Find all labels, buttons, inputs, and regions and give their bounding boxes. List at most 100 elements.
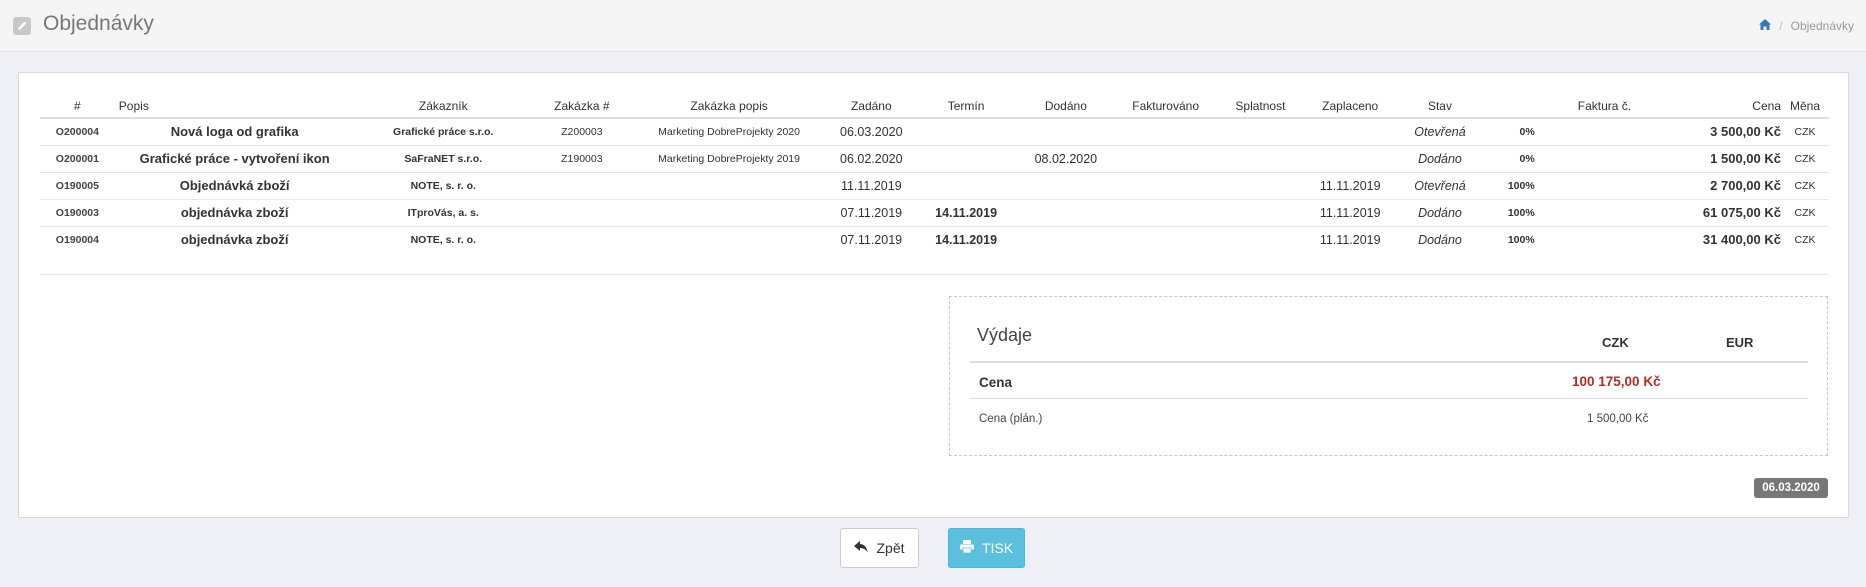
col-header-description[interactable]: Popis	[114, 95, 355, 119]
col-header-price[interactable]: Cena	[1674, 95, 1781, 119]
order-invoice-number	[1535, 226, 1674, 253]
order-paid: 11.11.2019	[1305, 172, 1396, 200]
order-customer: NOTE, s. r. o.	[354, 172, 532, 200]
order-invoiced	[1115, 172, 1216, 200]
order-percent: 100%	[1484, 172, 1535, 200]
table-row[interactable]: O190005 Objednávká zboží NOTE, s. r. o. …	[40, 172, 1829, 200]
expenses-price-value: 100 175,00 Kč	[1572, 374, 1661, 389]
date-badge: 06.03.2020	[1754, 478, 1828, 498]
order-status: Dodáno	[1395, 145, 1485, 173]
order-project-description	[632, 226, 827, 253]
order-description[interactable]: objednávka zboží	[114, 199, 355, 227]
order-status: Dodáno	[1395, 199, 1485, 227]
order-price: 3 500,00 Kč	[1674, 118, 1781, 146]
expenses-title: Výdaje	[977, 325, 1033, 345]
order-currency: CZK	[1780, 199, 1829, 227]
order-number[interactable]: O190004	[40, 226, 115, 253]
order-project-number: Z190003	[532, 145, 632, 173]
print-button-label: TISK	[981, 540, 1014, 556]
order-invoice-number	[1534, 199, 1675, 227]
order-customer: ITproVás, a. s.	[354, 199, 532, 227]
home-icon[interactable]	[1759, 19, 1772, 33]
breadcrumb-separator: /	[1779, 19, 1783, 33]
order-description[interactable]: Nová loga od grafika	[114, 118, 355, 146]
order-project-description	[631, 199, 827, 227]
back-button-label: Zpět	[876, 540, 905, 556]
order-project-description: Marketing DobreProjekty 2020	[631, 118, 827, 146]
order-percent: 0%	[1484, 118, 1535, 146]
page-header: Objednávky / Objednávky	[0, 0, 1866, 52]
order-status: Dodáno	[1418, 232, 1462, 247]
order-percent: 0%	[1484, 145, 1535, 173]
col-header-number[interactable]: #	[40, 95, 115, 119]
col-header-status[interactable]: Stav	[1395, 95, 1485, 119]
col-header-project-description[interactable]: Zakázka popis	[631, 95, 827, 119]
order-number[interactable]: O190003	[40, 199, 115, 227]
order-entered: 07.11.2019	[826, 199, 917, 227]
back-button[interactable]: Zpět	[840, 528, 919, 568]
breadcrumb: / Objednávky	[1759, 19, 1854, 33]
order-due	[1215, 145, 1306, 173]
breadcrumb-current: Objednávky	[1790, 19, 1854, 33]
order-description[interactable]: Objednávká zboží	[114, 172, 355, 200]
order-delivered	[1015, 199, 1116, 227]
order-price: 31 400,00 Kč	[1702, 232, 1781, 248]
order-project-number	[532, 172, 632, 200]
order-status: Otevřená	[1395, 118, 1485, 146]
table-header-row: # Popis Zákazník Zakázka # Zakázka popis…	[40, 95, 1829, 119]
order-number[interactable]: O190005	[40, 172, 115, 200]
page-title: Objednávky	[43, 12, 154, 35]
order-number[interactable]: O200001	[40, 145, 115, 173]
order-project-number	[532, 226, 632, 253]
col-header-customer[interactable]: Zákazník	[354, 95, 532, 119]
expenses-divider	[970, 361, 1808, 363]
order-term: 14.11.2019	[916, 199, 1016, 227]
orders-table: # Popis Zákazník Zakázka # Zakázka popis…	[40, 95, 1829, 253]
order-delivered: 08.02.2020	[1015, 145, 1116, 173]
expenses-col-czk: CZK	[1602, 335, 1629, 350]
col-header-project-number[interactable]: Zakázka #	[532, 95, 632, 119]
order-entered: 06.03.2020	[826, 118, 917, 146]
order-due	[1215, 118, 1306, 146]
order-term	[916, 172, 1016, 200]
order-description[interactable]: Grafické práce - vytvoření ikon	[114, 145, 355, 173]
table-row[interactable]: O190003 objednávka zboží ITproVás, a. s.…	[40, 199, 1829, 227]
order-number[interactable]: O200004	[40, 118, 115, 146]
col-header-delivered[interactable]: Dodáno	[1015, 95, 1116, 119]
order-paid: 11.11.2019	[1305, 199, 1396, 227]
col-header-due[interactable]: Splatnost	[1215, 95, 1306, 119]
table-row[interactable]: O200004 Nová loga od grafika Grafické pr…	[40, 118, 1829, 146]
printer-icon	[959, 540, 974, 556]
order-paid: 11.11.2019	[1319, 232, 1381, 247]
expenses-divider	[970, 398, 1808, 399]
order-price: 61 075,00 Kč	[1674, 199, 1781, 227]
expenses-price-label: Cena	[979, 375, 1013, 390]
order-paid	[1305, 145, 1396, 173]
col-header-currency[interactable]: Měna	[1780, 95, 1829, 119]
col-header-percent	[1484, 95, 1535, 119]
col-header-entered[interactable]: Zadáno	[826, 95, 917, 119]
order-project-number	[532, 199, 632, 227]
table-row[interactable]: O190004 objednávka zboží NOTE, s. r. o. …	[40, 226, 1829, 253]
col-header-invoiced[interactable]: Fakturováno	[1115, 95, 1216, 119]
table-row[interactable]: O200001 Grafické práce - vytvoření ikon …	[40, 145, 1829, 173]
order-term: 14.11.2019	[935, 232, 998, 247]
order-price: 2 700,00 Kč	[1674, 172, 1781, 200]
table-divider	[40, 274, 1829, 275]
print-button[interactable]: TISK	[948, 528, 1025, 568]
order-due	[1216, 226, 1306, 253]
order-delivered	[1015, 172, 1116, 200]
order-due	[1215, 199, 1306, 227]
col-header-invoice-number[interactable]: Faktura č.	[1534, 95, 1675, 119]
order-entered: 06.02.2020	[826, 145, 917, 173]
order-description[interactable]: objednávka zboží	[115, 226, 355, 253]
order-due	[1215, 172, 1306, 200]
order-invoice-number	[1534, 118, 1675, 146]
order-percent: 100%	[1484, 199, 1535, 227]
order-entered: 11.11.2019	[826, 172, 917, 200]
order-currency: CZK	[1794, 233, 1816, 246]
col-header-paid[interactable]: Zaplaceno	[1305, 95, 1396, 119]
order-project-description: Marketing DobreProjekty 2019	[631, 145, 827, 173]
order-customer: SaFraNET s.r.o.	[354, 145, 532, 173]
col-header-term[interactable]: Termín	[916, 95, 1016, 119]
